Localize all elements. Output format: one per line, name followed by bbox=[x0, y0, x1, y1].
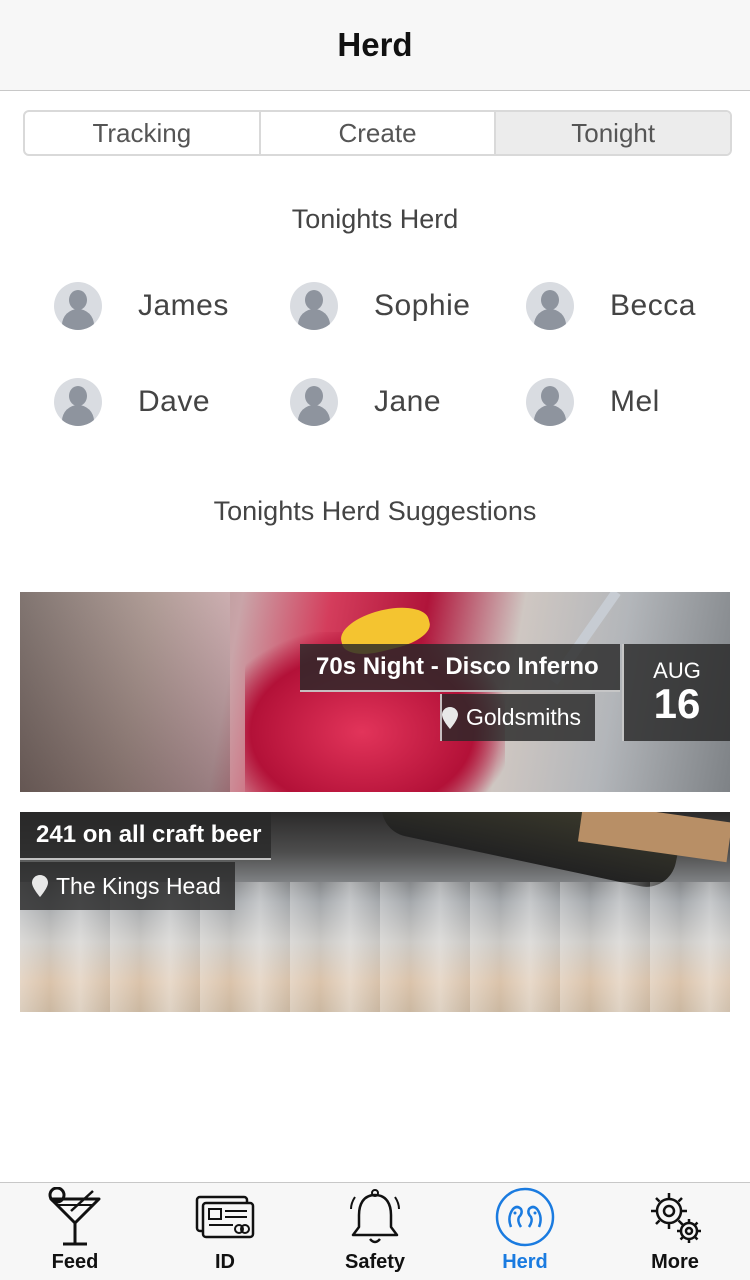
tab-label: ID bbox=[215, 1251, 235, 1273]
avatar-icon bbox=[526, 378, 574, 426]
segment-tracking[interactable]: Tracking bbox=[25, 112, 261, 154]
event-date-day: 16 bbox=[653, 680, 701, 727]
event-photo bbox=[20, 592, 230, 792]
event-title-tag: 70s Night - Disco Inferno bbox=[300, 644, 620, 692]
event-title: 241 on all craft beer bbox=[36, 821, 262, 848]
location-pin-icon bbox=[442, 706, 458, 729]
bell-icon bbox=[350, 1189, 400, 1244]
friend-name: Dave bbox=[138, 385, 211, 418]
tab-bar: Feed ID Safety Herd More bbox=[0, 1182, 750, 1280]
tab-feed[interactable]: Feed bbox=[0, 1183, 150, 1280]
friend-item[interactable]: Jane bbox=[290, 366, 526, 438]
segment-tonight[interactable]: Tonight bbox=[496, 112, 730, 154]
event-card[interactable]: 70s Night - Disco Inferno Goldsmiths AUG… bbox=[20, 592, 730, 792]
friend-name: Sophie bbox=[374, 289, 471, 322]
avatar-icon bbox=[54, 282, 102, 330]
event-venue-tag: The Kings Head bbox=[20, 862, 235, 910]
tab-herd[interactable]: Herd bbox=[450, 1183, 600, 1280]
tab-id[interactable]: ID bbox=[150, 1183, 300, 1280]
id-card-icon bbox=[195, 1195, 255, 1239]
nav-bar: Herd bbox=[0, 0, 750, 91]
event-card[interactable]: 241 on all craft beer The Kings Head bbox=[20, 812, 730, 1012]
location-pin-icon bbox=[32, 875, 48, 897]
friend-name: Becca bbox=[610, 289, 696, 322]
segment-create[interactable]: Create bbox=[261, 112, 497, 154]
tab-label: More bbox=[651, 1251, 699, 1273]
tab-label: Feed bbox=[51, 1251, 99, 1273]
gears-icon bbox=[651, 1193, 701, 1243]
tab-label: Safety bbox=[344, 1251, 406, 1273]
friend-name: Jane bbox=[374, 385, 442, 418]
cocktail-icon bbox=[48, 1187, 101, 1246]
event-venue: The Kings Head bbox=[56, 872, 221, 899]
tab-more[interactable]: More bbox=[600, 1183, 750, 1280]
friend-item[interactable]: James bbox=[54, 270, 290, 342]
tab-safety[interactable]: Safety bbox=[300, 1183, 450, 1280]
segmented-control: Tracking Create Tonight bbox=[23, 110, 732, 156]
suggestions-heading: Tonights Herd Suggestions bbox=[213, 496, 537, 526]
friend-item[interactable]: Mel bbox=[526, 366, 750, 438]
avatar-icon bbox=[526, 282, 574, 330]
avatar-icon bbox=[290, 282, 338, 330]
event-date: AUG 16 bbox=[622, 644, 730, 741]
friend-item[interactable]: Sophie bbox=[290, 270, 526, 342]
event-venue: Goldsmiths bbox=[466, 704, 582, 730]
tonights-herd-heading: Tonights Herd bbox=[291, 204, 459, 234]
friend-item[interactable]: Becca bbox=[526, 270, 750, 342]
herd-icon bbox=[495, 1187, 555, 1247]
friend-name: James bbox=[138, 289, 229, 322]
friend-name: Mel bbox=[610, 385, 660, 418]
friend-item[interactable]: Dave bbox=[54, 366, 290, 438]
avatar-icon bbox=[290, 378, 338, 426]
event-title: 70s Night - Disco Inferno bbox=[316, 653, 599, 680]
page-title: Herd bbox=[337, 26, 413, 63]
avatar-icon bbox=[54, 378, 102, 426]
tab-label: Herd bbox=[502, 1251, 548, 1273]
event-venue-tag: Goldsmiths bbox=[440, 694, 596, 741]
event-title-tag: 241 on all craft beer bbox=[20, 812, 272, 860]
